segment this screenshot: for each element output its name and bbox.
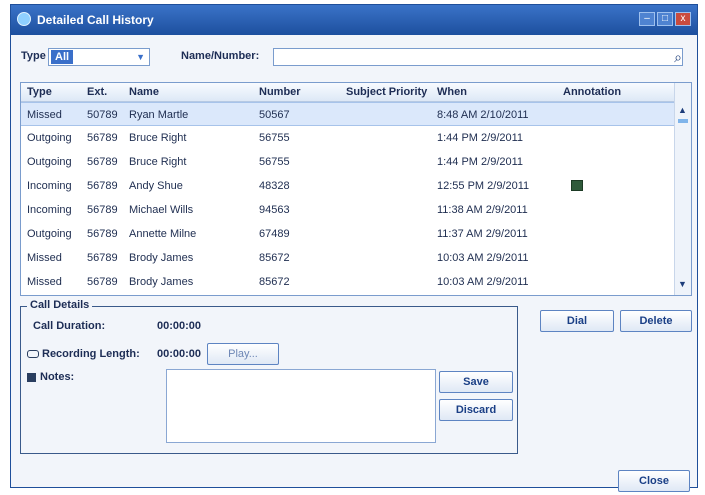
cell-type: Missed	[27, 109, 62, 121]
name-number-input[interactable]	[273, 48, 683, 66]
cell-type: Outgoing	[27, 132, 72, 144]
call-details-legend: Call Details	[27, 299, 93, 311]
type-label: Type	[21, 50, 46, 62]
call-duration-label: Call Duration:	[33, 320, 106, 332]
play-button[interactable]: Play...	[207, 343, 279, 365]
close-window-button[interactable]: x	[675, 12, 691, 26]
vertical-scrollbar[interactable]: ▲ ▼	[674, 83, 691, 295]
call-history-table[interactable]: Type Ext. Name Number Subject Priority W…	[20, 82, 692, 296]
column-header-subject-priority[interactable]: Subject Priority	[346, 86, 427, 98]
cell-when: 11:38 AM 2/9/2011	[437, 204, 528, 216]
scroll-up-icon[interactable]: ▲	[678, 105, 687, 115]
cell-when: 1:44 PM 2/9/2011	[437, 156, 524, 168]
discard-button[interactable]: Discard	[439, 399, 513, 421]
cell-ext: 56789	[87, 132, 118, 144]
cell-number: 56755	[259, 132, 290, 144]
minimize-button[interactable]: –	[639, 12, 655, 26]
cell-type: Missed	[27, 276, 62, 288]
cell-when: 1:44 PM 2/9/2011	[437, 132, 524, 144]
column-header-ext[interactable]: Ext.	[87, 86, 107, 98]
type-selected-value: All	[51, 50, 74, 64]
delete-button[interactable]: Delete	[620, 310, 692, 332]
recording-length-label: Recording Length:	[42, 348, 140, 360]
table-row[interactable]: Outgoing 56789 Bruce Right 56755 1:44 PM…	[21, 126, 675, 150]
cell-ext: 56789	[87, 180, 118, 192]
cell-ext: 50789	[87, 109, 118, 121]
type-dropdown[interactable]: All ▼	[48, 48, 150, 66]
cell-name: Brody James	[129, 252, 194, 264]
cell-ext: 56789	[87, 204, 118, 216]
table-row[interactable]: Missed 56789 Brody James 85672 10:03 AM …	[21, 246, 675, 270]
filter-row: Type All ▼ Name/Number: ⌕	[21, 45, 687, 67]
name-number-label: Name/Number:	[181, 50, 260, 62]
tape-icon	[27, 350, 39, 359]
recording-length-row: Recording Length:	[27, 348, 140, 360]
cell-when: 11:37 AM 2/9/2011	[437, 228, 528, 240]
table-row[interactable]: Incoming 56789 Michael Wills 94563 11:38…	[21, 198, 675, 222]
cell-number: 50567	[259, 109, 290, 121]
cell-when: 10:03 AM 2/9/2011	[437, 276, 529, 288]
dial-button[interactable]: Dial	[540, 310, 614, 332]
column-header-when[interactable]: When	[437, 86, 467, 98]
cell-ext: 56789	[87, 228, 118, 240]
title-bar[interactable]: Detailed Call History – □ x	[11, 5, 697, 35]
cell-type: Incoming	[27, 204, 72, 216]
cell-when: 12:55 PM 2/9/2011	[437, 180, 530, 192]
call-details-group: Call Details Call Duration: 00:00:00 Rec…	[20, 299, 518, 454]
cell-name: Bruce Right	[129, 132, 187, 144]
recording-length-value: 00:00:00	[157, 348, 202, 360]
cell-number: 85672	[259, 252, 290, 264]
notes-icon	[27, 372, 36, 382]
cell-name: Michael Wills	[129, 204, 194, 216]
cell-number: 85672	[259, 276, 290, 288]
scroll-down-icon[interactable]: ▼	[678, 279, 687, 289]
cell-ext: 56789	[87, 156, 118, 168]
cell-number: 48328	[259, 180, 290, 192]
cell-ext: 56789	[87, 276, 118, 288]
cell-ext: 56789	[87, 252, 118, 264]
app-icon	[17, 12, 31, 26]
chevron-down-icon: ▼	[136, 52, 145, 62]
cell-number: 94563	[259, 204, 290, 216]
notes-row: Notes:	[27, 371, 74, 383]
cell-number: 67489	[259, 228, 290, 240]
search-icon[interactable]: ⌕	[669, 48, 687, 66]
cell-type: Outgoing	[27, 156, 72, 168]
column-header-number[interactable]: Number	[259, 86, 301, 98]
call-duration-value: 00:00:00	[157, 320, 202, 332]
cell-name: Annette Milne	[129, 228, 197, 240]
column-header-annotation[interactable]: Annotation	[563, 86, 621, 98]
table-row[interactable]: Outgoing 56789 Bruce Right 56755 1:44 PM…	[21, 150, 675, 174]
cell-when: 10:03 AM 2/9/2011	[437, 252, 529, 264]
cell-when: 8:48 AM 2/10/2011	[437, 109, 529, 121]
notes-label: Notes:	[40, 371, 75, 383]
column-header-name[interactable]: Name	[129, 86, 159, 98]
cell-name: Brody James	[129, 276, 194, 288]
cell-name: Ryan Martle	[129, 109, 189, 121]
cell-type: Outgoing	[27, 228, 72, 240]
table-row[interactable]: Missed 50789 Ryan Martle 50567 8:48 AM 2…	[21, 102, 675, 126]
cell-type: Incoming	[27, 180, 72, 192]
table-row[interactable]: Outgoing 56789 Annette Milne 67489 11:37…	[21, 222, 675, 246]
table-row[interactable]: Incoming 56789 Andy Shue 48328 12:55 PM …	[21, 174, 675, 198]
scroll-thumb[interactable]	[678, 119, 688, 123]
cell-number: 56755	[259, 156, 290, 168]
close-button[interactable]: Close	[618, 470, 690, 492]
maximize-button[interactable]: □	[657, 12, 673, 26]
cell-type: Missed	[27, 252, 62, 264]
cell-name: Bruce Right	[129, 156, 187, 168]
table-row[interactable]: Missed 56789 Brody James 85672 10:03 AM …	[21, 270, 675, 294]
save-button[interactable]: Save	[439, 371, 513, 393]
cell-name: Andy Shue	[129, 180, 183, 192]
note-icon[interactable]	[571, 180, 583, 191]
window-title: Detailed Call History	[37, 13, 154, 27]
table-header: Type Ext. Name Number Subject Priority W…	[21, 83, 675, 102]
column-header-type[interactable]: Type	[27, 86, 52, 98]
notes-textarea[interactable]	[166, 369, 436, 443]
